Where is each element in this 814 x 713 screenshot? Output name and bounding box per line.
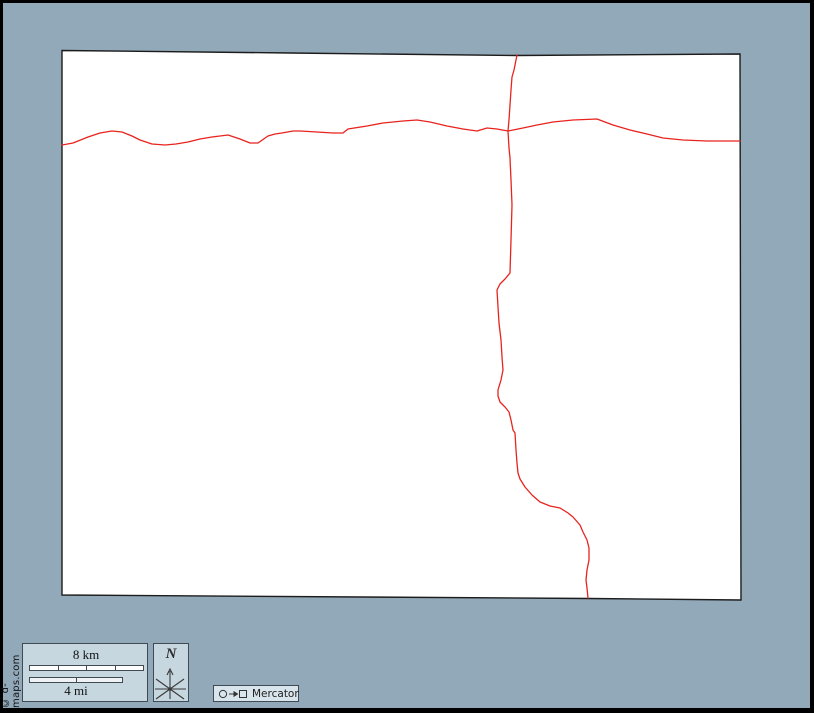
scale-bar-mi-segment (30, 678, 77, 682)
scale-bar-panel: 8 km 4 mi (22, 643, 148, 702)
scale-bar-km-segment (116, 666, 144, 670)
scale-bar-km-segment (59, 666, 87, 670)
projection-panel: Mercator (213, 685, 299, 702)
copyright-credit: © d-maps.com (0, 654, 22, 708)
projection-transform-icon (218, 689, 247, 698)
page-background (3, 3, 810, 708)
scale-km-label: 8 km (72, 647, 100, 662)
compass-rose-icon (155, 667, 186, 700)
scale-bar-km (29, 665, 144, 671)
scale-bar-mi-segment (77, 678, 123, 682)
screenshot-root: 8 km 4 mi N Mercator © d-maps.com (0, 0, 814, 713)
scale-bar-km-segment (87, 666, 116, 670)
scale-mi-label: 4 mi (64, 683, 88, 698)
compass-panel: N (153, 643, 189, 702)
projection-label: Mercator (252, 687, 299, 700)
scale-bar-km-segment (30, 666, 59, 670)
